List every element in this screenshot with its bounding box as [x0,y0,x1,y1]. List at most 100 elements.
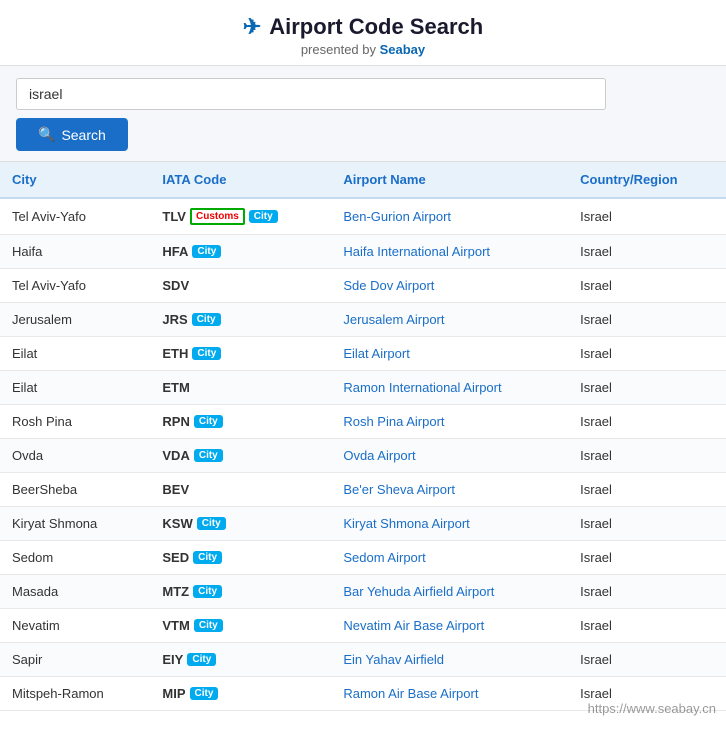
airport-link[interactable]: Kiryat Shmona Airport [343,516,469,531]
page-title: ✈ Airport Code Search [10,14,716,40]
iata-code-value: RPN [162,414,189,429]
iata-code-value: VDA [162,448,189,463]
results-table: City IATA Code Airport Name Country/Regi… [0,162,726,711]
airport-link[interactable]: Sde Dov Airport [343,278,434,293]
table-row: Tel Aviv-YafoTLVCustomsCityBen-Gurion Ai… [0,198,726,235]
cell-airport[interactable]: Jerusalem Airport [331,303,568,337]
cell-country: Israel [568,405,726,439]
cell-country: Israel [568,337,726,371]
header: ✈ Airport Code Search presented by Seaba… [0,0,726,66]
iata-code-value: SDV [162,278,189,293]
badge-customs: Customs [190,208,245,225]
cell-country: Israel [568,473,726,507]
page-wrapper: ✈ Airport Code Search presented by Seaba… [0,0,726,736]
airport-link[interactable]: Haifa International Airport [343,244,490,259]
cell-airport[interactable]: Ovda Airport [331,439,568,473]
cell-airport[interactable]: Eilat Airport [331,337,568,371]
cell-airport[interactable]: Kiryat Shmona Airport [331,507,568,541]
cell-iata: BEV [150,473,331,507]
cell-airport[interactable]: Haifa International Airport [331,235,568,269]
cell-airport[interactable]: Bar Yehuda Airfield Airport [331,575,568,609]
airport-link[interactable]: Nevatim Air Base Airport [343,618,484,633]
badge-city: City [187,653,216,666]
table-row: Tel Aviv-YafoSDVSde Dov AirportIsrael [0,269,726,303]
cell-city: Nevatim [0,609,150,643]
cell-city: Kiryat Shmona [0,507,150,541]
table-row: Kiryat ShmonaKSWCityKiryat Shmona Airpor… [0,507,726,541]
table-row: Haifa HFA City Haifa International Airport I… [0,235,726,269]
cell-country: Israel [568,507,726,541]
cell-country: Israel [568,235,726,269]
badge-city: City [194,619,223,632]
cell-city: Masada [0,575,150,609]
badge-city: City [192,313,221,326]
iata-code-value: ETM [162,380,189,395]
search-input[interactable] [16,78,606,110]
airport-link[interactable]: Ramon Air Base Airport [343,686,478,701]
cell-country: Israel [568,541,726,575]
cell-airport[interactable]: Be'er Sheva Airport [331,473,568,507]
badge-city: City [249,210,278,223]
iata-code-value: ETH [162,346,188,361]
iata-code-value: JRS [162,312,187,327]
title-text: Airport Code Search [269,14,483,40]
cell-country: Israel [568,439,726,473]
airport-link[interactable]: Ein Yahav Airfield [343,652,444,667]
search-button[interactable]: 🔍 Search [16,118,128,151]
results-table-container: City IATA Code Airport Name Country/Regi… [0,162,726,711]
cell-city: Haifa [0,235,150,269]
col-airport: Airport Name [331,162,568,198]
airport-link[interactable]: Bar Yehuda Airfield Airport [343,584,494,599]
search-area: 🔍 Search [0,66,726,162]
cell-iata: ETHCity [150,337,331,371]
cell-city: Rosh Pina [0,405,150,439]
table-row: Mitspeh-RamonMIPCity Ramon Air Base Airpo… [0,677,726,711]
table-row: SedomSEDCitySedom AirportIsrael [0,541,726,575]
col-city: City [0,162,150,198]
cell-airport[interactable]: Ein Yahav Airfield [331,643,568,677]
cell-city: Mitspeh-Ramon [0,677,150,711]
cell-iata: JRS City [150,303,331,337]
cell-city: Sedom [0,541,150,575]
airport-link[interactable]: Eilat Airport [343,346,409,361]
iata-code-value: MTZ [162,584,189,599]
cell-airport[interactable]: Rosh Pina Airport [331,405,568,439]
cell-airport[interactable]: Nevatim Air Base Airport [331,609,568,643]
iata-code-value: TLV [162,209,186,224]
cell-airport[interactable]: Ben-Gurion Airport [331,198,568,235]
iata-code-value: HFA [162,244,188,259]
brand-name: Seabay [380,42,426,57]
cell-iata: SDV [150,269,331,303]
cell-city: Jerusalem [0,303,150,337]
cell-airport[interactable]: Sde Dov Airport [331,269,568,303]
cell-iata: ETM [150,371,331,405]
badge-city: City [194,415,223,428]
cell-airport[interactable]: Sedom Airport [331,541,568,575]
airport-link[interactable]: Ben-Gurion Airport [343,209,451,224]
table-row: EilatETHCityEilat AirportIsrael [0,337,726,371]
cell-iata: MIPCity [150,677,331,711]
cell-airport[interactable]: Ramon Air Base Airport [331,677,568,711]
airport-link[interactable]: Sedom Airport [343,550,425,565]
cell-country: Israel [568,198,726,235]
cell-iata: MTZCity [150,575,331,609]
table-row: Rosh Pina RPN City Rosh Pina Airport Israel [0,405,726,439]
airport-link[interactable]: Jerusalem Airport [343,312,444,327]
airport-link[interactable]: Ovda Airport [343,448,415,463]
airport-link[interactable]: Be'er Sheva Airport [343,482,455,497]
col-iata: IATA Code [150,162,331,198]
airport-link[interactable]: Ramon International Airport [343,380,501,395]
iata-code-value: MIP [162,686,185,701]
badge-city: City [192,245,221,258]
cell-country: Israel [568,575,726,609]
table-row: NevatimVTMCityNevatim Air Base AirportIs… [0,609,726,643]
airport-link[interactable]: Rosh Pina Airport [343,414,444,429]
cell-iata: EIYCity [150,643,331,677]
cell-city: Tel Aviv-Yafo [0,269,150,303]
cell-airport[interactable]: Ramon International Airport [331,371,568,405]
table-row: OvdaVDACityOvda AirportIsrael [0,439,726,473]
badge-city: City [197,517,226,530]
cell-iata: RPN City [150,405,331,439]
cell-iata: VDACity [150,439,331,473]
airplane-icon: ✈ [243,14,261,40]
